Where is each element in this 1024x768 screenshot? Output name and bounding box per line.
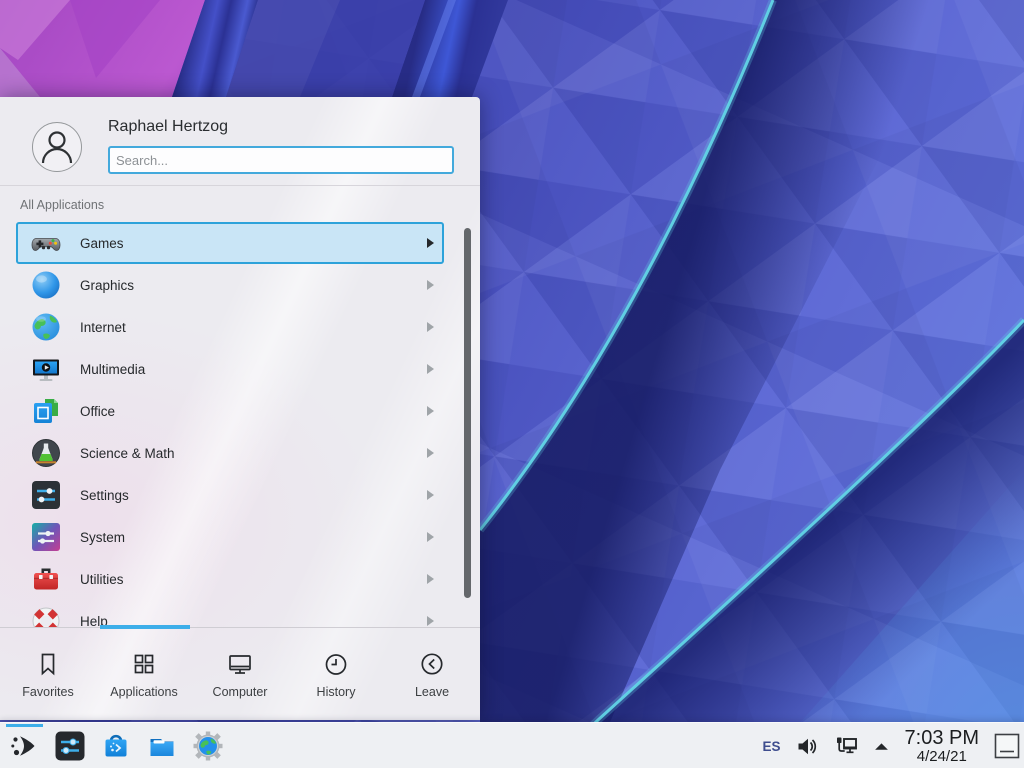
category-label: Games (80, 236, 124, 251)
submenu-arrow-icon (427, 406, 434, 416)
internet-icon (30, 311, 62, 343)
taskbar: ES 7:03 PM 4/24/21 (0, 722, 1024, 768)
submenu-arrow-icon (427, 280, 434, 290)
desktop-peek-icon (994, 733, 1020, 759)
category-label: Settings (80, 488, 129, 503)
digital-clock[interactable]: 7:03 PM 4/24/21 (905, 728, 979, 765)
utilities-icon (30, 563, 62, 595)
system-icon (30, 521, 62, 553)
multimedia-icon (30, 353, 62, 385)
category-row-system[interactable]: System (16, 516, 444, 558)
submenu-arrow-icon (427, 322, 434, 332)
tab-applications[interactable]: Applications (96, 629, 192, 720)
tab-bar: Favorites Applications (0, 629, 480, 720)
folder-icon (146, 730, 178, 762)
submenu-arrow-icon (427, 490, 434, 500)
tab-label: Computer (213, 685, 268, 699)
submenu-arrow-icon (427, 448, 434, 458)
taskbar-system-settings-button[interactable] (54, 730, 86, 762)
category-label: Multimedia (80, 362, 145, 377)
submenu-arrow-icon (427, 574, 434, 584)
network-icon[interactable] (833, 733, 860, 760)
leave-icon (418, 650, 446, 678)
games-icon (30, 227, 62, 259)
category-row-multimedia[interactable]: Multimedia (16, 348, 444, 390)
category-label: Graphics (80, 278, 134, 293)
category-label: Office (80, 404, 115, 419)
tab-label: Applications (110, 685, 177, 699)
system-tray: ES 7:03 PM 4/24/21 (763, 723, 1021, 768)
graphics-icon (30, 269, 62, 301)
category-row-science[interactable]: Science & Math (16, 432, 444, 474)
taskbar-discover-button[interactable] (100, 730, 132, 762)
search-input[interactable] (108, 146, 454, 174)
desktop: Raphael Hertzog All Applications (0, 0, 1024, 768)
scrollbar[interactable] (464, 228, 471, 598)
category-label: Internet (80, 320, 126, 335)
category-row-internet[interactable]: Internet (16, 306, 444, 348)
grid-icon (130, 650, 158, 678)
globe-gear-icon (192, 730, 224, 762)
bookmark-icon (34, 650, 62, 678)
submenu-arrow-icon (427, 532, 434, 542)
help-icon (30, 605, 62, 627)
settings-icon (30, 479, 62, 511)
taskbar-web-browser-button[interactable] (192, 730, 224, 762)
tab-label: Favorites (22, 685, 73, 699)
user-name: Raphael Hertzog (108, 118, 228, 136)
category-row-games[interactable]: Games (16, 222, 444, 264)
tab-computer[interactable]: Computer (192, 629, 288, 720)
tab-history[interactable]: History (288, 629, 384, 720)
launcher-active-indicator (6, 724, 43, 727)
application-launcher-menu: Raphael Hertzog All Applications (0, 97, 480, 720)
user-icon (33, 123, 81, 171)
category-list: Games Graphics (0, 222, 480, 627)
tab-leave[interactable]: Leave (384, 629, 480, 720)
taskbar-launcher-button[interactable] (8, 730, 40, 762)
science-icon (30, 437, 62, 469)
tabbar-separator (0, 627, 480, 628)
monitor-icon (226, 650, 254, 678)
kde-kickoff-icon (8, 730, 40, 762)
category-row-graphics[interactable]: Graphics (16, 264, 444, 306)
category-row-office[interactable]: Office (16, 390, 444, 432)
tab-label: Leave (415, 685, 449, 699)
clock-date: 4/24/21 (905, 749, 979, 765)
clock-icon (322, 650, 350, 678)
office-icon (30, 395, 62, 427)
speaker-icon[interactable] (794, 733, 820, 759)
launcher-header: Raphael Hertzog (0, 97, 480, 185)
taskbar-file-manager-button[interactable] (146, 730, 178, 762)
submenu-arrow-icon (427, 364, 434, 374)
shopping-bag-icon (100, 730, 132, 762)
caret-up-icon[interactable] (873, 738, 890, 755)
category-label: Utilities (80, 572, 124, 587)
taskbar-app-icons (8, 730, 224, 762)
category-label: Science & Math (80, 446, 175, 461)
submenu-arrow-icon (427, 238, 434, 248)
category-row-utilities[interactable]: Utilities (16, 558, 444, 600)
submenu-arrow-icon (427, 616, 434, 626)
header-separator (0, 185, 480, 186)
tab-label: History (317, 685, 356, 699)
tab-favorites[interactable]: Favorites (0, 629, 96, 720)
show-desktop-button[interactable] (994, 733, 1020, 759)
section-label: All Applications (20, 198, 104, 212)
category-row-help[interactable]: Help (16, 600, 444, 627)
clock-time: 7:03 PM (905, 728, 979, 749)
category-label: System (80, 530, 125, 545)
user-avatar[interactable] (32, 122, 82, 172)
keyboard-layout-indicator[interactable]: ES (763, 739, 781, 754)
category-row-settings[interactable]: Settings (16, 474, 444, 516)
sliders-icon (54, 730, 86, 762)
